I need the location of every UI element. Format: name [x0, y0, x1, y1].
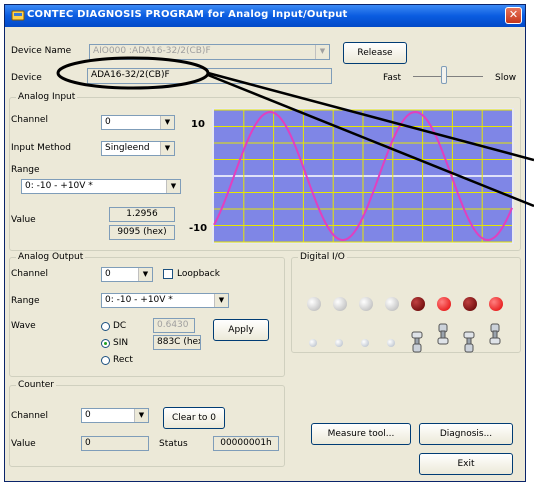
measure-tool-button[interactable]: Measure tool...	[311, 423, 411, 445]
device-name-label: Device Name	[11, 46, 72, 56]
clear-counter-button[interactable]: Clear to 0	[163, 407, 225, 429]
digital-output-led[interactable]	[463, 297, 477, 311]
speed-fast-label: Fast	[383, 73, 402, 83]
device-name-value: AIO000 :ADA16-32/2(CB)F	[93, 46, 211, 56]
sin-hex-field: 883C (hex)	[153, 335, 201, 350]
counter-value-field: 0	[81, 436, 149, 451]
counter-status-label: Status	[159, 439, 188, 449]
wave-dc-radio[interactable]	[101, 322, 110, 331]
device-name-select[interactable]: AIO000 :ADA16-32/2(CB)F ▼	[89, 44, 330, 60]
ai-range-label: Range	[11, 165, 40, 175]
ai-channel-select[interactable]: 0 ▼	[101, 115, 175, 130]
graph-ymin-label: -10	[189, 223, 208, 234]
ao-channel-value: 0	[105, 269, 111, 279]
chevron-down-icon: ▼	[160, 142, 174, 155]
ai-hex-field: 9095 (hex)	[109, 225, 175, 240]
counter-channel-value: 0	[85, 410, 91, 420]
ai-value-field: 1.2956	[109, 207, 175, 222]
exit-button[interactable]: Exit	[419, 453, 513, 475]
wave-sin-label: SIN	[113, 338, 129, 348]
digital-output-led[interactable]	[411, 297, 425, 311]
digital-input-led	[361, 339, 369, 347]
app-icon	[11, 10, 25, 21]
chevron-down-icon: ▼	[134, 409, 148, 422]
ao-range-select[interactable]: 0: -10 - +10V * ▼	[101, 293, 229, 308]
wave-rect-label: Rect	[113, 355, 133, 365]
counter-group: Counter	[9, 380, 285, 467]
analog-output-title: Analog Output	[16, 252, 86, 262]
ao-range-label: Range	[11, 296, 40, 306]
input-method-select[interactable]: Singleend ▼	[101, 141, 175, 156]
device-field: ADA16-32/2(CB)F	[87, 68, 332, 84]
input-method-label: Input Method	[11, 143, 71, 153]
toggle-switch-icon[interactable]	[411, 331, 423, 353]
speed-slow-label: Slow	[495, 73, 517, 83]
ai-channel-label: Channel	[11, 115, 48, 125]
digital-output-led[interactable]	[385, 297, 399, 311]
ai-range-value: 0: -10 - +10V *	[25, 181, 93, 191]
analog-input-title: Analog Input	[16, 92, 78, 102]
digital-output-led[interactable]	[489, 297, 503, 311]
digital-output-led[interactable]	[333, 297, 347, 311]
device-label: Device	[11, 73, 42, 83]
window-title: CONTEC DIAGNOSIS PROGRAM for Analog Inpu…	[27, 9, 348, 20]
digital-output-led[interactable]	[437, 297, 451, 311]
close-icon: ✕	[508, 8, 519, 21]
diagnosis-button[interactable]: Diagnosis...	[419, 423, 513, 445]
input-method-value: Singleend	[105, 143, 150, 153]
toggle-switch-icon[interactable]	[489, 323, 501, 345]
loopback-checkbox[interactable]	[163, 269, 173, 279]
counter-channel-label: Channel	[11, 411, 48, 421]
apply-button[interactable]: Apply	[213, 319, 269, 341]
ai-value-label: Value	[11, 215, 36, 225]
digital-io-title: Digital I/O	[298, 252, 347, 262]
waveform-graph	[212, 108, 514, 244]
digital-input-led	[309, 339, 317, 347]
dc-value-field[interactable]: 0.6430	[153, 318, 195, 333]
digital-output-led[interactable]	[307, 297, 321, 311]
wave-sin-radio[interactable]	[101, 339, 110, 348]
toggle-switch-icon[interactable]	[463, 331, 475, 353]
ao-range-value: 0: -10 - +10V *	[105, 295, 173, 305]
digital-output-led[interactable]	[359, 297, 373, 311]
ao-channel-select[interactable]: 0 ▼	[101, 267, 153, 282]
speed-slider-thumb[interactable]	[441, 66, 447, 84]
counter-status-field: 00000001h	[213, 436, 279, 451]
wave-label: Wave	[11, 321, 36, 331]
title-bar: CONTEC DIAGNOSIS PROGRAM for Analog Inpu…	[5, 5, 525, 27]
digital-input-led	[387, 339, 395, 347]
ai-channel-value: 0	[105, 117, 111, 127]
counter-title: Counter	[16, 380, 56, 390]
close-button[interactable]: ✕	[505, 7, 522, 24]
digital-input-led	[335, 339, 343, 347]
counter-value-label: Value	[11, 439, 36, 449]
digital-io-group: Digital I/O	[291, 252, 521, 353]
chevron-down-icon: ▼	[214, 294, 228, 307]
speed-slider-track[interactable]	[413, 76, 483, 77]
counter-channel-select[interactable]: 0 ▼	[81, 408, 149, 423]
wave-dc-label: DC	[113, 321, 127, 331]
chevron-down-icon: ▼	[138, 268, 152, 281]
chevron-down-icon: ▼	[166, 180, 180, 193]
toggle-switch-icon[interactable]	[437, 323, 449, 345]
chevron-down-icon: ▼	[160, 116, 174, 129]
ai-range-select[interactable]: 0: -10 - +10V * ▼	[21, 179, 181, 194]
ao-channel-label: Channel	[11, 269, 48, 279]
release-button[interactable]: Release	[343, 42, 407, 64]
chevron-down-icon: ▼	[315, 45, 329, 59]
loopback-label: Loopback	[177, 269, 220, 279]
graph-ymax-label: 10	[191, 119, 205, 130]
wave-rect-radio[interactable]	[101, 356, 110, 365]
